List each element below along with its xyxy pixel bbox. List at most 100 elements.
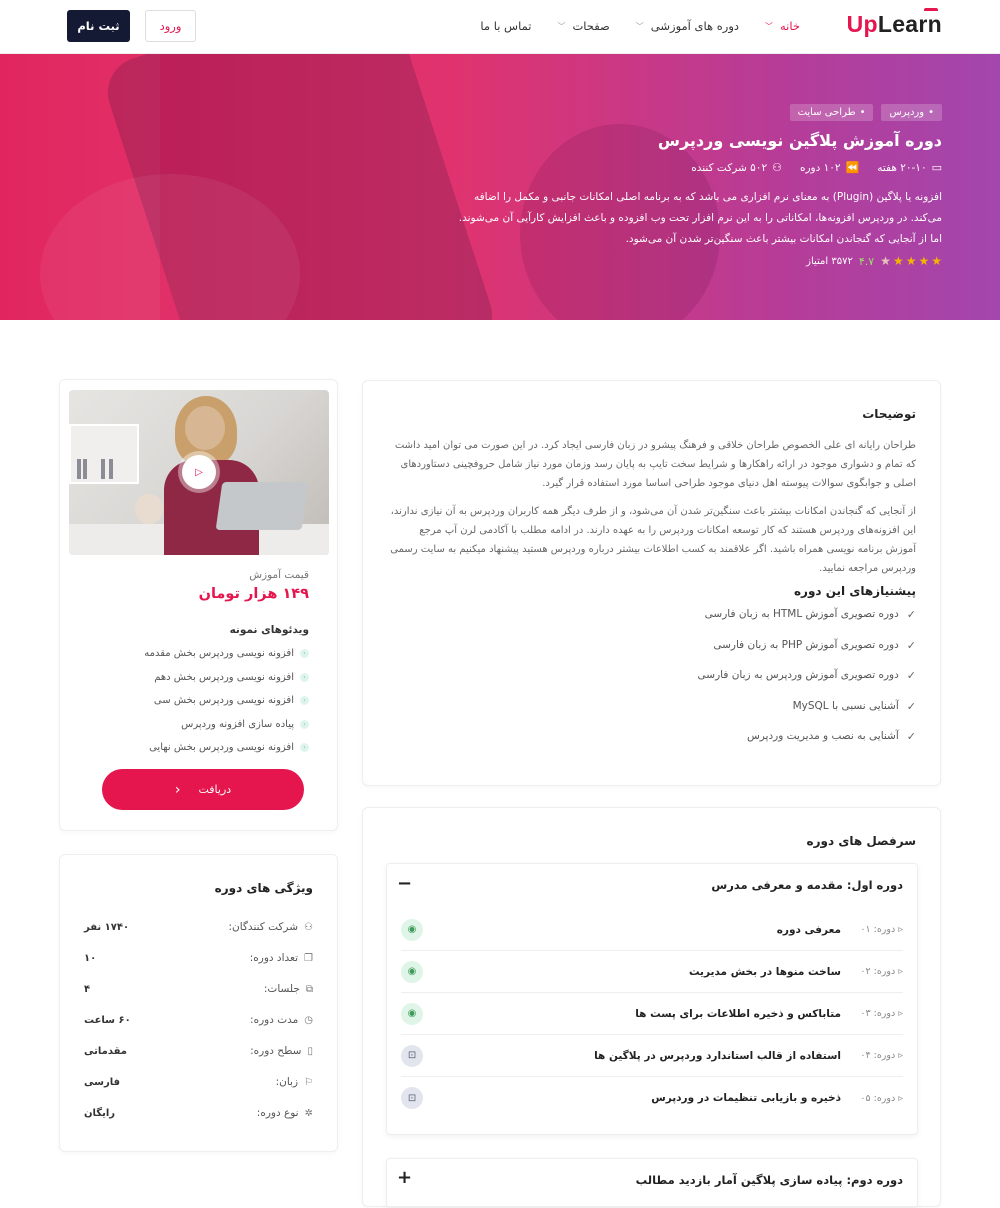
login-button[interactable]: ورود bbox=[145, 10, 196, 42]
feature-row-lessons: ❐ تعداد دوره: ۱۰ bbox=[84, 952, 313, 964]
prerequisites-list: ✓ دوره تصویری آموزش HTML به زبان فارسی ✓ د… bbox=[698, 608, 916, 761]
check-icon: ✓ bbox=[906, 608, 916, 621]
course-video-thumbnail[interactable]: ▷ bbox=[69, 390, 329, 555]
lesson-list: ▹ دوره: ۰۱ معرفی دوره ◉ ▹ دوره: ۰۲ ساخت منوه… bbox=[401, 909, 903, 1119]
sample-video-item[interactable]: ‹ افزونه نویسی وردپرس بخش سی bbox=[144, 689, 309, 713]
chevron-down-icon: ﹀ bbox=[557, 21, 566, 31]
section-title[interactable]: دوره دوم: پیاده سازی پلاگین آمار بازدید … bbox=[636, 1173, 903, 1187]
prerequisites-title: پیشنیازهای این دوره bbox=[793, 584, 916, 598]
meta-lessons: ⏪ ۱۰۲ دوره bbox=[799, 161, 860, 174]
play-dot-icon: ‹ bbox=[300, 672, 309, 682]
curriculum-section: دوره اول: مقدمه و معرفی مدرس − ▹ دوره: ۰۱… bbox=[386, 863, 918, 1135]
play-icon: ▹ bbox=[898, 1092, 903, 1104]
play-icon: ▹ bbox=[898, 1008, 903, 1019]
play-dot-icon: ‹ bbox=[300, 649, 309, 659]
check-icon: ✓ bbox=[906, 638, 916, 652]
course-price: ۱۴۹ هزار تومان bbox=[198, 586, 309, 602]
lesson-row[interactable]: ▹ دوره: ۰۴ استفاده از قالب استاندارد وردپر… bbox=[401, 1035, 903, 1077]
curriculum-card: سرفصل های دوره دوره اول: مقدمه و معرفی م… bbox=[362, 807, 941, 1208]
play-icon: ▹ bbox=[898, 1050, 903, 1061]
play-dot-icon: ‹ bbox=[300, 719, 309, 729]
course-title: دوره آموزش پلاگین نویسی وردپرس bbox=[657, 131, 942, 150]
eye-icon[interactable]: ◉ bbox=[401, 1002, 423, 1025]
copy-icon: ❐ bbox=[304, 952, 313, 964]
laptop bbox=[215, 482, 309, 530]
prerequisite-item: ✓ دوره تصویری آموزش PHP به زبان فارسی bbox=[713, 638, 916, 652]
curriculum-title: سرفصل های دوره bbox=[806, 834, 916, 848]
lock-icon: ⊡ bbox=[401, 1044, 423, 1067]
section-title[interactable]: دوره اول: مقدمه و معرفی مدرس bbox=[711, 878, 903, 892]
lesson-row[interactable]: ▹ دوره: ۰۱ معرفی دوره ◉ bbox=[401, 909, 903, 951]
course-features-card: ویژگی های دوره ⚇ شرکت کنندگان: ۱۷۴۰ نفر ❐… bbox=[59, 854, 338, 1152]
play-dot-icon: ‹ bbox=[300, 696, 309, 706]
prerequisite-item: ✓ آشنایی به نصب و مدیریت وردپرس bbox=[746, 730, 916, 743]
price-label: قیمت آموزش bbox=[249, 569, 309, 581]
check-icon: ✓ bbox=[906, 699, 916, 713]
prerequisite-item: ✓ دوره تصویری آموزش HTML به زبان فارسی bbox=[704, 608, 916, 621]
star-empty-icon: ★ bbox=[880, 254, 891, 268]
feature-row-level: ▯ سطح دوره: مقدماتی bbox=[84, 1045, 313, 1057]
chevron-down-icon: ﹀ bbox=[635, 21, 644, 31]
course-hero: وردپرس طراحی سایت دوره آموزش پلاگین نویس… bbox=[0, 54, 1000, 320]
calendar-icon: ▭ bbox=[931, 161, 942, 174]
expand-icon[interactable]: + bbox=[397, 1167, 412, 1188]
course-rating: ★ ★ ★ ★ ★ ۴.۷ ۳۵۷۲ امتیاز bbox=[806, 254, 942, 268]
nav-item-courses[interactable]: دوره های آموزشی ﹀ bbox=[636, 19, 739, 33]
chevron-down-icon: ﹀ bbox=[765, 21, 774, 31]
lesson-row[interactable]: ▹ دوره: ۰۳ متاباکس و ذخیره اطلاعات برای پس… bbox=[401, 993, 903, 1035]
play-dot-icon: ‹ bbox=[300, 743, 309, 753]
user-icon: ⚇ bbox=[304, 921, 313, 933]
sample-video-item[interactable]: ‹ افزونه نویسی وردپرس بخش مقدمه bbox=[144, 642, 309, 666]
feature-row-duration: ◷ مدت دوره: ۶۰ ساعت bbox=[84, 1014, 313, 1026]
sample-video-item[interactable]: ‹ پیاده سازی افزونه وردپرس bbox=[144, 713, 309, 737]
description-title: توضیحات bbox=[862, 407, 916, 421]
lesson-row[interactable]: ▹ دوره: ۰۵ ذخیره و بازیابی تنظیمات در وردپ… bbox=[401, 1077, 903, 1119]
course-meta: ▭ ۲۰-۱۰ هفته ⏪ ۱۰۲ دوره ⚇ ۵۰۲ شرکت کننده bbox=[691, 161, 942, 174]
sample-video-item[interactable]: ‹ افزونه نویسی وردپرس بخش دهم bbox=[144, 666, 309, 690]
register-button[interactable]: ثبت نام bbox=[67, 10, 130, 42]
puzzle-icon: ⧉ bbox=[305, 983, 313, 995]
flag-icon: ⚐ bbox=[304, 1076, 313, 1088]
play-icon[interactable]: ▷ bbox=[182, 455, 216, 489]
user-icon: ⚇ bbox=[772, 161, 782, 174]
description-card: توضیحات طراحان رایانه ای علی الخصوص طراح… bbox=[362, 380, 941, 786]
nav-item-home[interactable]: خانه ﹀ bbox=[765, 19, 800, 33]
check-icon: ✓ bbox=[906, 730, 916, 743]
feature-row-sessions: ⧉ جلسات: ۴ bbox=[84, 983, 313, 995]
lesson-row[interactable]: ▹ دوره: ۰۲ ساخت منوها در بخش مدیریت ◉ bbox=[401, 951, 903, 993]
sample-videos-list: ‹ افزونه نویسی وردپرس بخش مقدمه ‹ افزونه ن… bbox=[144, 642, 309, 760]
main-nav: خانه ﹀ دوره های آموزشی ﹀ صفحات ﹀ تماس با ما bbox=[454, 19, 800, 33]
purchase-card: ▷ قیمت آموزش ۱۴۹ هزار تومان ویدئوهای نمو… bbox=[59, 379, 338, 831]
feature-row-students: ⚇ شرکت کنندگان: ۱۷۴۰ نفر bbox=[84, 921, 313, 933]
tag-web-design[interactable]: طراحی سایت bbox=[789, 104, 874, 121]
get-course-button[interactable]: دریافت ‹ bbox=[102, 769, 304, 810]
features-title: ویژگی های دوره bbox=[214, 881, 313, 895]
eye-icon[interactable]: ◉ bbox=[401, 918, 423, 941]
meta-students: ⚇ ۵۰۲ شرکت کننده bbox=[691, 161, 782, 174]
description-paragraph: طراحان رایانه ای علی الخصوص طراحان خلاقی… bbox=[394, 440, 916, 489]
lock-icon: ⊡ bbox=[401, 1087, 423, 1109]
meta-duration: ▭ ۲۰-۱۰ هفته bbox=[877, 161, 942, 174]
fast-forward-icon: ⏪ bbox=[845, 161, 860, 174]
star-icon: ★ bbox=[905, 254, 917, 268]
rating-value: ۴.۷ bbox=[858, 254, 875, 268]
logo[interactable]: UpLearn bbox=[847, 8, 942, 38]
star-icon: ★ bbox=[931, 254, 942, 268]
star-icon: ★ bbox=[892, 254, 904, 268]
sample-videos-title: ویدئوهای نمونه bbox=[229, 624, 309, 636]
curriculum-section: دوره دوم: پیاده سازی پلاگین آمار بازدید … bbox=[386, 1158, 918, 1208]
nav-item-pages[interactable]: صفحات ﹀ bbox=[557, 19, 609, 33]
collapse-icon[interactable]: − bbox=[397, 873, 412, 894]
tag-wordpress[interactable]: وردپرس bbox=[881, 104, 942, 121]
gear-icon: ✲ bbox=[304, 1107, 313, 1119]
clock-icon: ◷ bbox=[304, 1014, 313, 1026]
graduation-hat-icon bbox=[924, 8, 938, 12]
prerequisite-item: ✓ دوره تصویری آموزش وردپرس به زبان فارسی bbox=[697, 669, 916, 682]
site-header: UpLearn خانه ﹀ دوره های آموزشی ﹀ صفحات ﹀ تم… bbox=[0, 0, 1000, 54]
sample-video-item[interactable]: ‹ افزونه نویسی وردپرس بخش نهایی bbox=[144, 736, 309, 760]
course-summary: افزونه یا پلاگین (Plugin) به معنای نرم ا… bbox=[458, 191, 942, 245]
check-icon: ✓ bbox=[906, 669, 916, 682]
feature-row-type: ✲ نوع دوره: رایگان bbox=[84, 1107, 313, 1119]
eye-icon[interactable]: ◉ bbox=[401, 960, 423, 983]
nav-item-contact[interactable]: تماس با ما bbox=[480, 19, 531, 33]
